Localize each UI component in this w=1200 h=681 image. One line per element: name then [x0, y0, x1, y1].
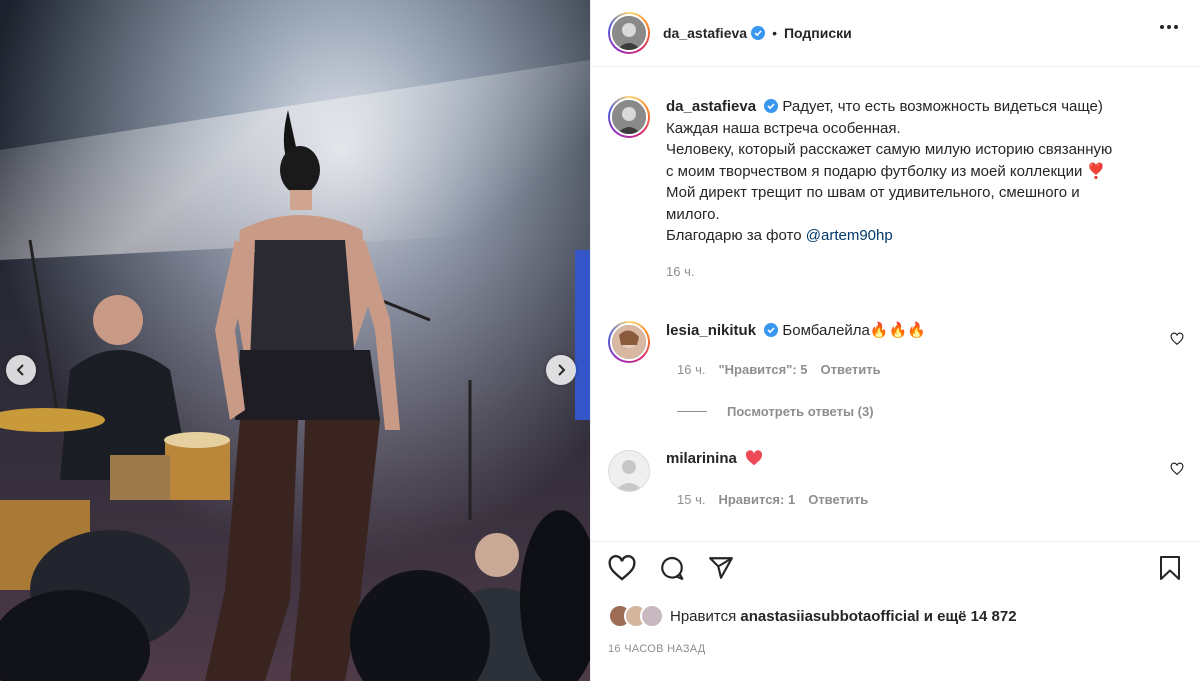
- comment-likes[interactable]: "Нравится": 5: [718, 362, 807, 377]
- comment-meta: 15 ч. Нравится: 1 Ответить: [677, 492, 868, 507]
- prev-photo-button[interactable]: [6, 355, 36, 385]
- comment-meta: 16 ч. "Нравится": 5 Ответить: [677, 362, 881, 377]
- comment-time: 15 ч.: [677, 492, 706, 507]
- next-photo-button[interactable]: [546, 355, 576, 385]
- replies-divider: [677, 411, 707, 412]
- comment-item: lesia_nikituk Бомбалейла🔥🔥🔥: [608, 321, 926, 363]
- comment-like-heart-icon[interactable]: [1170, 462, 1184, 476]
- red-heart-icon: [745, 450, 763, 466]
- verified-icon: [764, 99, 779, 113]
- commenter-avatar[interactable]: [608, 450, 650, 492]
- view-replies-button[interactable]: Посмотреть ответы (3): [677, 404, 874, 419]
- reply-button[interactable]: Ответить: [808, 492, 868, 507]
- caption-line: Каждая наша встреча особенная.: [666, 119, 901, 137]
- commenter-username[interactable]: lesia_nikituk: [666, 322, 756, 339]
- bookmark-icon[interactable]: [1158, 555, 1182, 581]
- post-caption: da_astafieva Радует, что есть возможност…: [608, 96, 1186, 282]
- likes-user[interactable]: anastasiiasubbotaofficial: [740, 608, 919, 625]
- caption-text: da_astafieva Радует, что есть возможност…: [666, 96, 1186, 282]
- post-header: da_astafieva • Подписки: [591, 0, 1200, 67]
- post-photo[interactable]: [0, 0, 590, 681]
- caption-line: Благодарю за фото: [666, 227, 802, 244]
- verified-icon: [764, 323, 779, 337]
- concert-photo: [0, 0, 590, 681]
- comment-item: milarinina: [608, 450, 763, 492]
- author-avatar[interactable]: [608, 12, 650, 54]
- post-panel: da_astafieva • Подписки da_astafieva Рад…: [590, 0, 1200, 681]
- caption-line: Мой директ трещит по швам от удивительно…: [666, 184, 1080, 201]
- caption-username[interactable]: da_astafieva: [666, 98, 756, 115]
- more-icon[interactable]: [1160, 25, 1178, 29]
- caption-line: Радует, что есть возможность видеться ча…: [782, 98, 1103, 115]
- likes-prefix: Нравится: [670, 607, 737, 625]
- caption-mention-link[interactable]: @artem90hp: [806, 227, 893, 244]
- chevron-left-icon: [16, 364, 24, 376]
- comment-icon[interactable]: [658, 555, 686, 581]
- likes-summary: Нравится anastasiiasubbotaofficial и ещё…: [608, 604, 1017, 628]
- likes-text[interactable]: Нравится anastasiiasubbotaofficial и ещё…: [670, 608, 1017, 625]
- author-username[interactable]: da_astafieva: [663, 25, 747, 41]
- caption-avatar[interactable]: [608, 96, 650, 138]
- commenter-avatar[interactable]: [608, 321, 650, 363]
- comments-section: da_astafieva Радует, что есть возможност…: [591, 68, 1200, 541]
- comment-time: 16 ч.: [677, 362, 706, 377]
- reply-button[interactable]: Ответить: [821, 362, 881, 377]
- post-actions: Нравится anastasiiasubbotaofficial и ещё…: [591, 541, 1200, 681]
- caption-line: с моим творчеством я подарю футболку из …: [666, 162, 1106, 180]
- comment-like-heart-icon[interactable]: [1170, 332, 1184, 346]
- heart-icon[interactable]: [608, 555, 636, 581]
- comment-likes[interactable]: Нравится: 1: [718, 492, 795, 507]
- separator-dot: •: [772, 25, 777, 41]
- verified-icon: [751, 26, 766, 40]
- follow-status-button[interactable]: Подписки: [784, 25, 852, 41]
- likes-count[interactable]: и ещё 14 872: [924, 608, 1017, 625]
- post-age[interactable]: 16 ЧАСОВ НАЗАД: [608, 643, 706, 655]
- caption-line: милого.: [666, 205, 720, 223]
- caption-line: Человеку, который расскажет самую милую …: [666, 141, 1113, 158]
- share-icon[interactable]: [708, 555, 734, 581]
- caption-time: 16 ч.: [666, 263, 695, 279]
- view-replies-label: Посмотреть ответы (3): [727, 404, 874, 419]
- liker-avatar[interactable]: [640, 604, 664, 628]
- comment-text: Бомбалейла🔥🔥🔥: [782, 322, 926, 339]
- chevron-right-icon: [558, 364, 566, 376]
- commenter-username[interactable]: milarinina: [666, 450, 737, 467]
